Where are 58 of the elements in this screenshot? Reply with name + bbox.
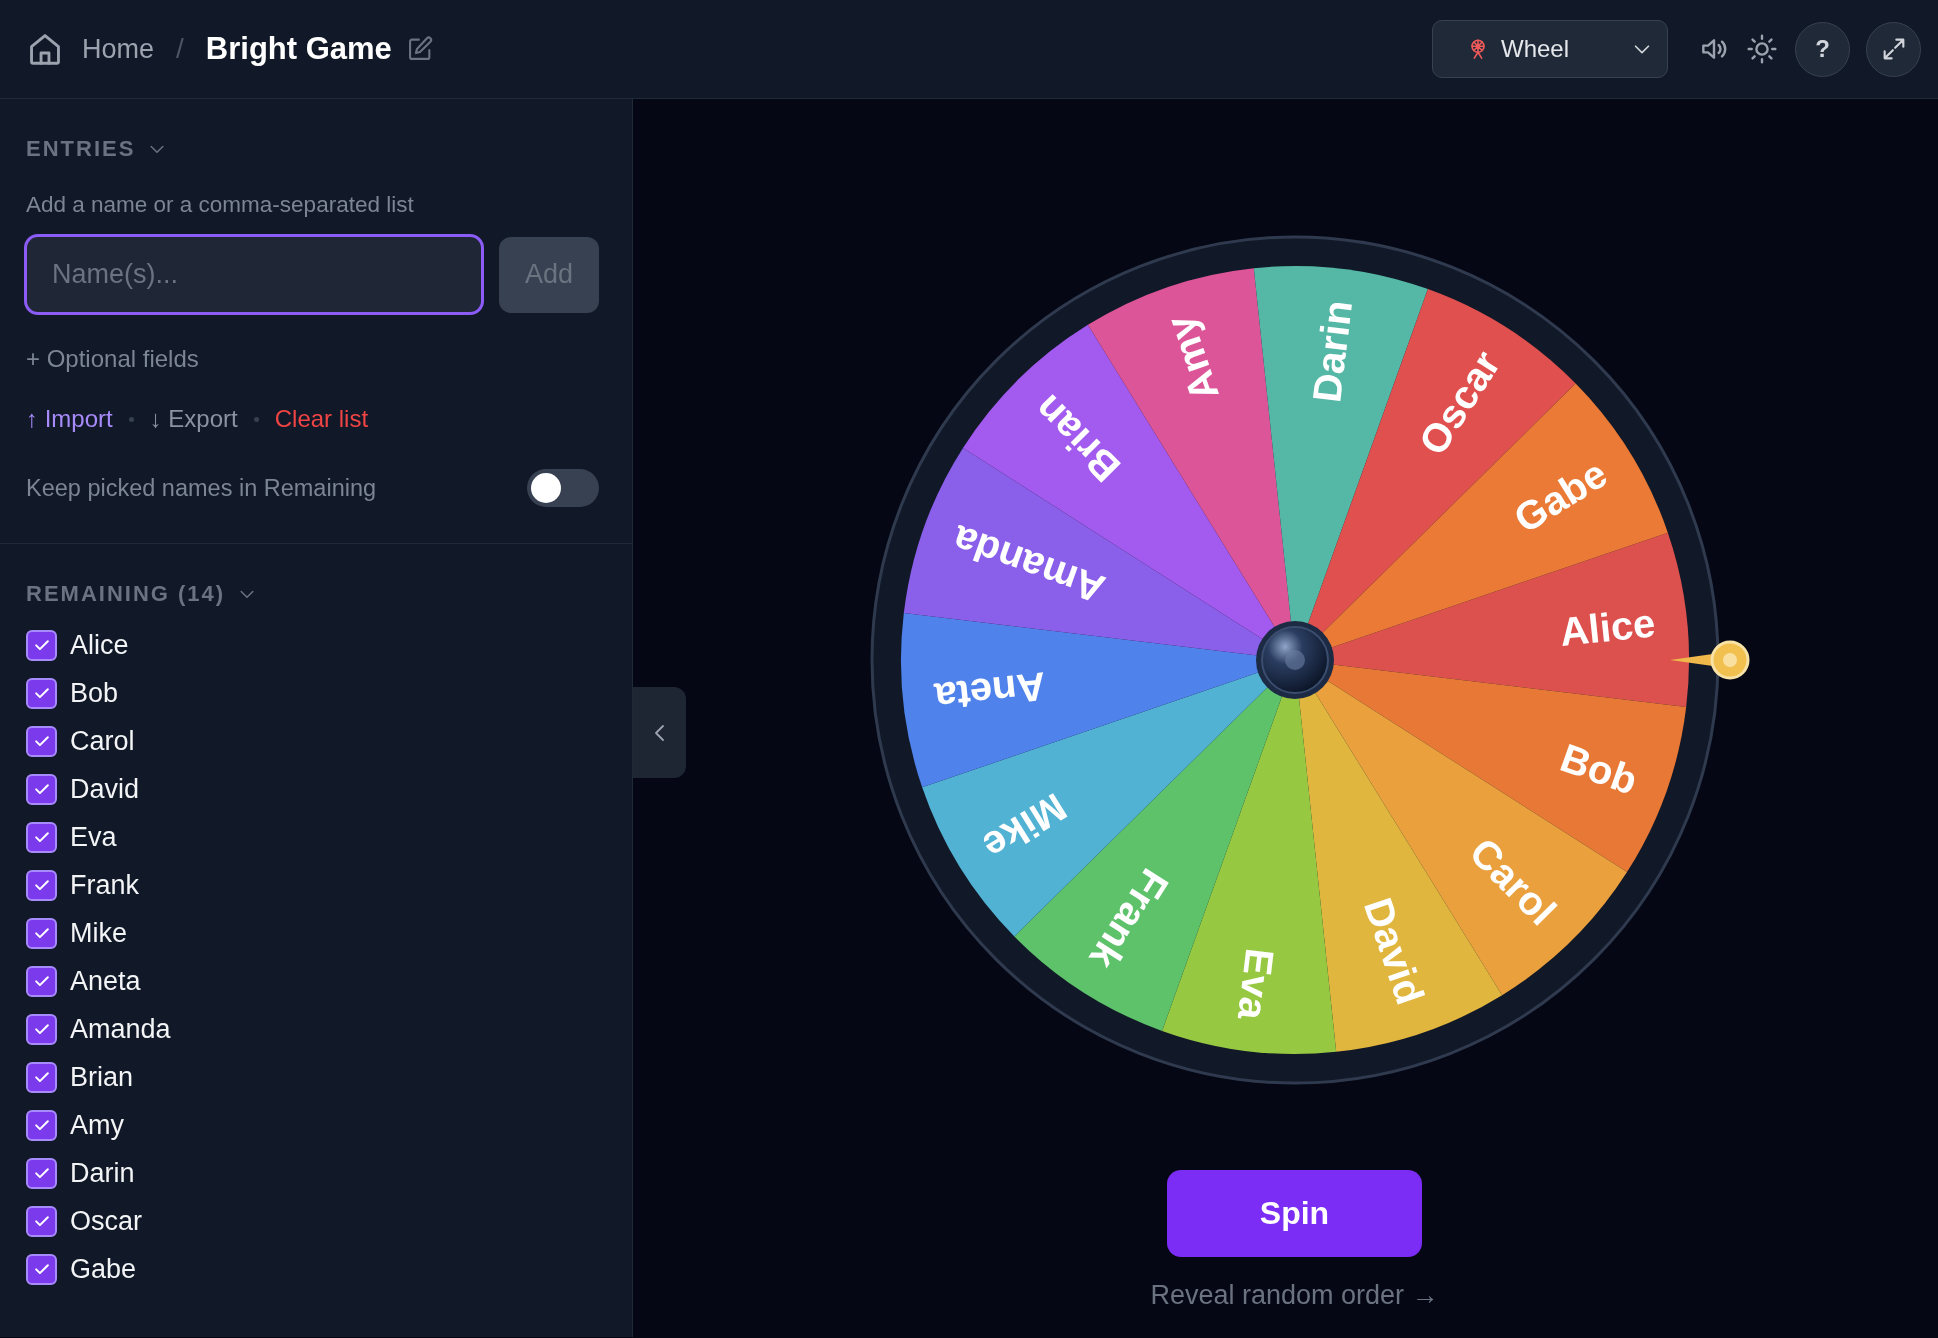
slice-label: Aneta	[932, 664, 1048, 720]
import-link[interactable]: ↑ Import	[26, 405, 113, 433]
slice-label: Amy	[1156, 310, 1227, 407]
home-link[interactable]: Home	[26, 30, 155, 68]
checkbox[interactable]	[26, 869, 57, 901]
wheel-hub[interactable]	[1255, 621, 1334, 699]
checkbox[interactable]	[26, 1013, 57, 1045]
entry-name: Bob	[70, 677, 119, 709]
checkbox[interactable]	[26, 917, 57, 949]
entry-name: Aneta	[70, 965, 141, 997]
checkbox[interactable]	[26, 821, 57, 853]
entry-name: Eva	[70, 821, 117, 853]
checkbox[interactable]	[26, 629, 57, 661]
checkbox[interactable]	[26, 1061, 57, 1093]
entry-name: Brian	[70, 1061, 134, 1093]
separator-dot	[253, 416, 259, 422]
entry-name: Alice	[70, 629, 129, 661]
checkbox[interactable]	[26, 677, 57, 709]
slice-label: Alice	[1557, 600, 1657, 655]
entry-name: Amy	[70, 1109, 124, 1141]
spin-button[interactable]: Spin	[1167, 1170, 1422, 1257]
entry-name: Oscar	[70, 1205, 142, 1237]
entry-name: Carol	[70, 725, 135, 757]
clear-link[interactable]: Clear list	[274, 405, 369, 433]
slice-label: Darin	[1303, 297, 1360, 405]
checkbox[interactable]	[26, 1109, 57, 1141]
input-hint: Add a name or a comma-separated list	[26, 193, 415, 217]
name-input-field[interactable]: Name(s)...	[24, 234, 485, 315]
toggle-label: Keep picked names in Remaining	[26, 474, 377, 502]
checkbox[interactable]	[26, 965, 57, 997]
slice-label: Bob	[1554, 735, 1643, 803]
game-title: Bright Game	[205, 31, 392, 67]
reveal-order-link[interactable]: Reveal random order →	[1150, 1279, 1439, 1311]
help-button[interactable]: ?	[1795, 21, 1850, 77]
checkbox[interactable]	[26, 773, 57, 805]
separator-dot	[128, 416, 134, 422]
checkbox[interactable]	[26, 1205, 57, 1237]
section-heading: ENTRIES	[26, 136, 136, 162]
slice-label: Eva	[1229, 946, 1282, 1023]
checkbox[interactable]	[26, 1253, 57, 1285]
export-link[interactable]: ↓ Export	[149, 405, 238, 433]
slice-label: Mike	[975, 784, 1074, 869]
breadcrumb-separator: /	[176, 33, 184, 65]
keep-picked-toggle[interactable]	[527, 469, 599, 507]
entry-name: Darin	[70, 1157, 135, 1189]
entry-name: Mike	[70, 917, 127, 949]
slice-label: David	[1355, 892, 1433, 1010]
slice-label: Gabe	[1505, 451, 1614, 541]
mode-dropdown[interactable]: Wheel	[1432, 20, 1668, 78]
optional-fields-link[interactable]: + Optional fields	[26, 345, 199, 373]
checkbox[interactable]	[26, 1157, 57, 1189]
sun-icon[interactable]	[1746, 33, 1778, 65]
checkbox[interactable]	[26, 725, 57, 757]
section-heading: REMAINING (14)	[26, 581, 226, 607]
entry-name: Amanda	[70, 1013, 171, 1045]
entry-name: Gabe	[70, 1253, 137, 1285]
entry-name: Frank	[70, 869, 140, 901]
entry-name: David	[70, 773, 140, 805]
